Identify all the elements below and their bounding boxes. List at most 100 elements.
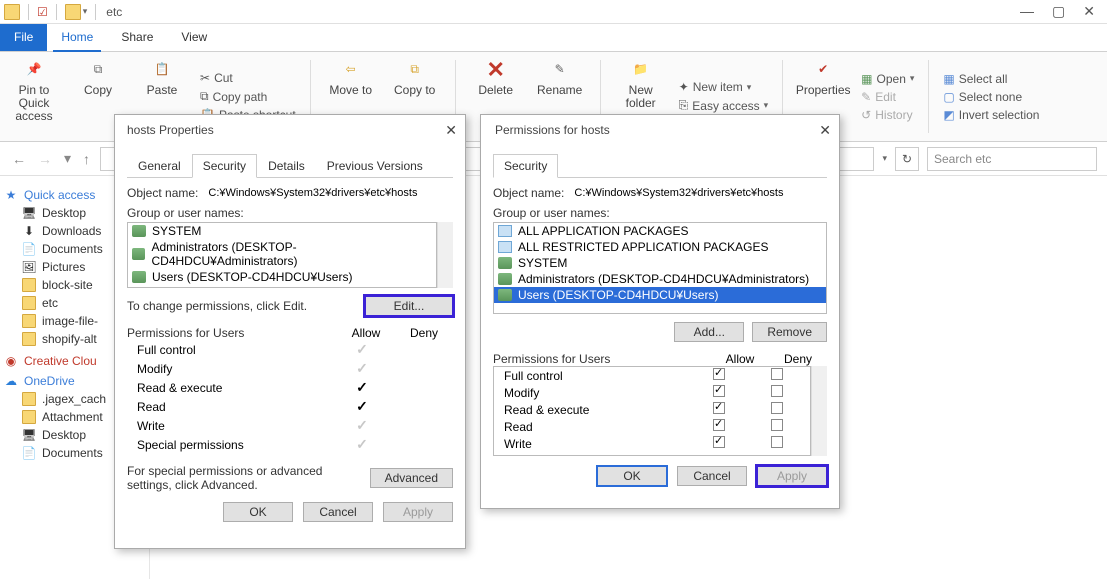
package-icon [498,241,512,253]
refresh-button[interactable]: ↻ [895,147,919,171]
history-icon: ↺ [861,108,871,122]
allow-checkbox[interactable] [713,402,725,414]
system-icon: 📄 [22,242,36,256]
scrollbar[interactable] [811,366,827,456]
open-button[interactable]: ▦Open▾ [861,72,914,86]
perm-row: Full control✓ [127,340,453,359]
tab-share[interactable]: Share [107,24,167,51]
tab-details[interactable]: Details [257,154,316,178]
apply-button[interactable]: Apply [383,502,453,522]
properties-dialog: hosts Properties ✕ General Security Deta… [114,114,466,549]
easy-access-button[interactable]: ⎘Easy access▾ [679,98,769,113]
tab-previous-versions[interactable]: Previous Versions [316,154,434,178]
permissions-table: Full controlModifyRead & executeReadWrit… [493,366,811,456]
user-icon [132,225,146,237]
address-dropdown[interactable]: ▾ [882,153,887,164]
tab-view[interactable]: View [167,24,221,51]
list-item[interactable]: Users (DESKTOP-CD4HDCU¥Users) [494,287,826,303]
edit-icon: ✎ [861,90,871,104]
allow-checkbox[interactable] [713,385,725,397]
select-all-button[interactable]: ▦Select all [943,72,1007,86]
apply-button[interactable]: Apply [757,466,827,486]
deny-checkbox[interactable] [771,402,783,414]
perm-for-label: Permissions for Users [493,352,711,366]
ribbon-tabs: File Home Share View [0,24,1107,52]
cancel-button[interactable]: Cancel [303,502,373,522]
select-none-icon: ▢ [943,90,954,104]
list-item[interactable]: Administrators (DESKTOP-CD4HDCU¥Administ… [128,239,436,269]
edit-button[interactable]: Edit... [365,296,453,316]
advanced-button[interactable]: Advanced [370,468,453,488]
ok-button[interactable]: OK [223,502,293,522]
package-icon [498,225,512,237]
system-icon: ⬇ [22,224,36,238]
properties-button[interactable]: ✔Properties [797,56,849,97]
new-folder-button[interactable]: 📁New folder [615,56,667,110]
sidebar-label: block-site [42,278,93,292]
check-icon: ✓ [356,360,368,376]
remove-button[interactable]: Remove [752,322,827,342]
cut-icon: ✂ [200,71,210,85]
new-item-button[interactable]: ✦New item▾ [679,80,752,94]
sidebar-label: Desktop [42,428,86,442]
list-item[interactable]: ALL APPLICATION PACKAGES [494,223,826,239]
back-button[interactable]: ← [10,149,28,169]
copy-button[interactable]: ⧉Copy [72,56,124,97]
edit-button[interactable]: ✎Edit [861,90,896,104]
deny-checkbox[interactable] [771,436,783,448]
search-input[interactable]: Search etc [927,147,1097,171]
perm-row: Write [494,435,810,452]
tab-security[interactable]: Security [493,154,558,178]
maximize-button[interactable]: ▢ [1052,3,1065,20]
users-list[interactable]: ALL APPLICATION PACKAGESALL RESTRICTED A… [493,222,827,314]
invert-selection-button[interactable]: ◩Invert selection [943,108,1039,122]
deny-checkbox[interactable] [771,419,783,431]
rename-button[interactable]: ✎Rename [534,56,586,97]
deny-checkbox[interactable] [771,385,783,397]
users-list[interactable]: SYSTEMAdministrators (DESKTOP-CD4HDCU¥Ad… [127,222,437,288]
delete-button[interactable]: ✕Delete [470,56,522,97]
select-none-button[interactable]: ▢Select none [943,90,1022,104]
tab-home[interactable]: Home [47,24,107,51]
pin-button[interactable]: 📌Pin to Quick access [8,56,60,124]
list-item[interactable]: ALL RESTRICTED APPLICATION PACKAGES [494,239,826,255]
cloud-icon: ☁ [4,374,18,388]
up-button[interactable]: ↑ [81,149,92,169]
move-to-button[interactable]: ⇦Move to [325,56,377,97]
perm-row: Read✓ [127,397,453,416]
qat-dropdown-icon[interactable]: ▾ [83,6,88,17]
history-button[interactable]: ↺History [861,108,912,122]
perm-row: Read & execute [494,401,810,418]
tab-security[interactable]: Security [192,154,257,178]
scrollbar[interactable] [437,222,453,288]
paste-button[interactable]: 📋Paste [136,56,188,97]
add-button[interactable]: Add... [674,322,744,342]
qat-check-icon[interactable]: ☑ [37,5,48,19]
tab-file[interactable]: File [0,24,47,51]
cancel-button[interactable]: Cancel [677,466,747,486]
cut-button[interactable]: ✂Cut [200,71,233,85]
close-icon[interactable]: ✕ [445,122,457,139]
allow-checkbox[interactable] [713,419,725,431]
creative-icon: ◉ [4,354,18,368]
close-button[interactable]: ✕ [1083,3,1095,20]
copy-path-button[interactable]: ⧉Copy path [200,89,267,104]
copy-to-button[interactable]: ⧉Copy to [389,56,441,97]
forward-button[interactable]: → [36,149,54,169]
deny-checkbox[interactable] [771,368,783,380]
ok-button[interactable]: OK [597,466,667,486]
recent-button[interactable]: ▾ [62,148,73,169]
close-icon[interactable]: ✕ [819,122,831,139]
object-name-label: Object name: [127,186,198,200]
list-item[interactable]: SYSTEM [128,223,436,239]
list-item[interactable]: SYSTEM [494,255,826,271]
permissions-table: Full control✓Modify✓Read & execute✓Read✓… [127,340,453,454]
tab-general[interactable]: General [127,154,192,178]
allow-checkbox[interactable] [713,368,725,380]
minimize-button[interactable]: — [1020,3,1034,20]
check-icon: ✓ [356,398,368,414]
system-icon: 🖼 [22,260,36,274]
allow-checkbox[interactable] [713,436,725,448]
list-item[interactable]: Administrators (DESKTOP-CD4HDCU¥Administ… [494,271,826,287]
list-item[interactable]: Users (DESKTOP-CD4HDCU¥Users) [128,269,436,285]
